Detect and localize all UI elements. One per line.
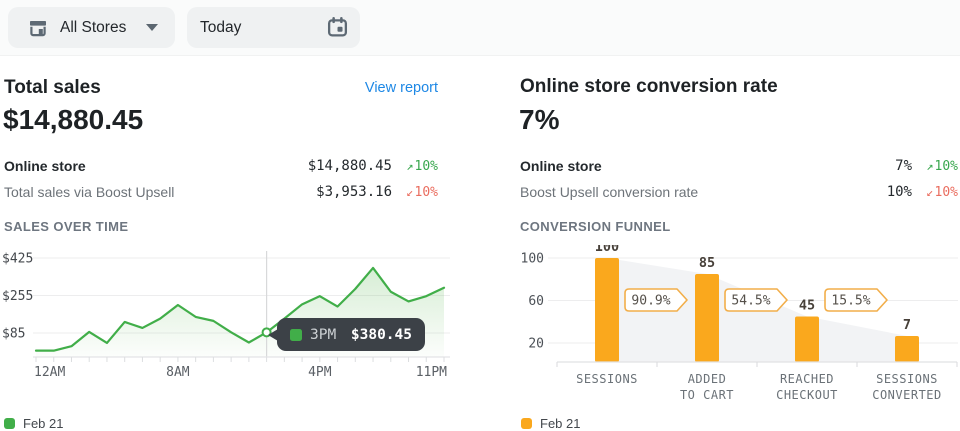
svg-text:CONVERTED: CONVERTED	[872, 388, 942, 402]
svg-text:SESSIONS: SESSIONS	[876, 372, 938, 386]
svg-text:54.5%: 54.5%	[731, 294, 770, 309]
metric-row-boost-upsell-sales: Total sales via Boost Upsell $3,953.16 ↙…	[4, 182, 438, 204]
svg-text:11PM: 11PM	[416, 365, 447, 380]
conversion-rate-value: 7%	[519, 104, 559, 136]
total-sales-title: Total sales	[4, 77, 101, 99]
svg-text:8AM: 8AM	[166, 365, 190, 380]
delta-percent: 10%	[415, 185, 438, 200]
legend-swatch-icon	[521, 418, 532, 429]
svg-text:REACHED: REACHED	[780, 372, 834, 386]
metric-row-online-store-sales: Online store $14,880.45 ↗10%	[4, 156, 438, 178]
svg-text:60: 60	[528, 294, 544, 309]
metric-label: Online store	[520, 158, 602, 174]
trend-down-icon: ↙	[926, 185, 933, 199]
svg-text:$255: $255	[2, 289, 33, 304]
svg-text:TO CART: TO CART	[680, 388, 734, 402]
store-selector-button[interactable]: All Stores	[8, 7, 175, 48]
svg-text:45: 45	[799, 297, 815, 313]
svg-text:CHECKOUT: CHECKOUT	[776, 388, 838, 402]
legend-label: Feb 21	[540, 416, 580, 431]
tooltip-time: 3PM	[310, 327, 336, 343]
view-report-link[interactable]: View report	[365, 80, 438, 96]
svg-text:85: 85	[699, 255, 715, 271]
svg-text:12AM: 12AM	[34, 365, 65, 380]
tooltip-value: $380.45	[351, 327, 412, 343]
trend-down-icon: ↙	[406, 185, 413, 199]
calendar-icon	[326, 16, 349, 39]
chevron-down-icon	[146, 24, 158, 31]
metric-label: Online store	[4, 158, 86, 174]
metric-value: 7%	[895, 158, 912, 174]
analytics-dashboard: All Stores Today Total sales View report…	[0, 0, 960, 431]
metric-value: $3,953.16	[316, 184, 392, 200]
store-icon	[28, 18, 48, 38]
metric-delta: ↗10%	[406, 159, 438, 174]
funnel-legend: Feb 21	[521, 416, 580, 431]
svg-text:20: 20	[528, 337, 544, 352]
chart-tooltip: 3PM $380.45	[277, 318, 425, 351]
svg-text:90.9%: 90.9%	[631, 294, 670, 309]
sales-legend: Feb 21	[4, 416, 63, 431]
series-swatch-icon	[290, 329, 302, 341]
svg-text:SESSIONS: SESSIONS	[576, 372, 638, 386]
legend-label: Feb 21	[23, 416, 63, 431]
sales-over-time-heading: SALES OVER TIME	[4, 219, 128, 234]
delta-percent: 10%	[415, 159, 438, 174]
metric-label: Total sales via Boost Upsell	[4, 184, 174, 200]
delta-percent: 10%	[935, 159, 958, 174]
conversion-funnel-heading: CONVERSION FUNNEL	[520, 219, 671, 234]
metric-value: 10%	[887, 184, 912, 200]
delta-percent: 10%	[935, 185, 958, 200]
svg-text:100: 100	[521, 252, 544, 267]
svg-text:100: 100	[595, 245, 619, 255]
trend-up-icon: ↗	[406, 159, 413, 173]
svg-text:4PM: 4PM	[308, 365, 332, 380]
toolbar: All Stores Today	[0, 0, 960, 56]
total-sales-value: $14,880.45	[3, 104, 143, 136]
store-selector-label: All Stores	[60, 19, 126, 37]
svg-text:ADDED: ADDED	[688, 372, 727, 386]
legend-swatch-icon	[4, 418, 15, 429]
metric-delta: ↗10%	[926, 159, 958, 174]
metric-delta: ↙10%	[926, 185, 958, 200]
svg-text:$425: $425	[2, 252, 33, 267]
svg-text:$85: $85	[2, 327, 25, 342]
metric-row-online-store-conversion: Online store 7% ↗10%	[520, 156, 958, 178]
svg-text:7: 7	[903, 317, 911, 333]
svg-text:15.5%: 15.5%	[831, 294, 870, 309]
conversion-funnel-chart[interactable]: 100 60 20 100 85 45 7 90.9% 54.5% 15.5% SESSIONS AD…	[520, 245, 960, 407]
date-selector-label: Today	[200, 19, 241, 37]
metric-delta: ↙10%	[406, 185, 438, 200]
metric-row-boost-upsell-conversion: Boost Upsell conversion rate 10% ↙10%	[520, 182, 958, 204]
date-selector-button[interactable]: Today	[187, 7, 360, 48]
metric-value: $14,880.45	[308, 158, 392, 174]
conversion-rate-title: Online store conversion rate	[520, 76, 778, 98]
metric-label: Boost Upsell conversion rate	[520, 184, 698, 200]
trend-up-icon: ↗	[926, 159, 933, 173]
